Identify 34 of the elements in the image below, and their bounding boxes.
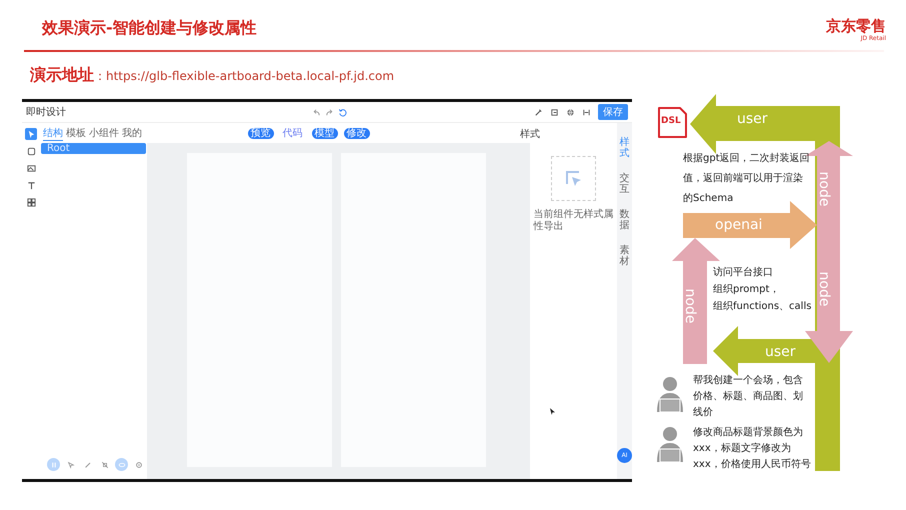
address-label: 演示地址 [30,65,94,86]
request-text: 修改商品标题背景颜色为xxx，标题文字修改为xxx，价格使用人民币符号 [693,426,811,472]
note-line: 组织prompt， [713,283,780,297]
node-label: node [816,272,832,306]
logo-text: 京东零售 [826,18,886,35]
slide-title: 效果演示-智能创建与修改属性 [42,18,257,39]
mode-chip[interactable]: 修改 [344,128,370,138]
note-line: 访问平台接口 [713,266,774,280]
tree-item[interactable]: Root [41,143,146,154]
mode-chip[interactable]: 模型 [312,128,338,138]
mode-chip[interactable]: 代码 [280,128,306,138]
empty-state-text: 当前组件无样式属性导出 [534,209,614,233]
dsl-label: DSL [661,116,681,126]
openai-label: openai [715,217,762,233]
side-tab[interactable]: 交互 [620,173,630,195]
node-label: node [682,288,698,324]
side-tab[interactable]: 样式 [620,137,630,159]
panel-tab[interactable]: 我的 [122,126,142,140]
mode-chip[interactable]: 预览 [248,128,274,138]
note-text: 根据gpt返回，二次封装返回值，返回前端可以用于渲染的Schema [683,152,811,206]
side-tab[interactable]: 素材 [620,245,630,267]
side-tab[interactable]: 数据 [620,209,630,231]
request-text: 帮我创建一个会场，包含价格、标题、商品图、划线价 [693,374,804,420]
note-line: 组织functions、calls [713,300,812,314]
panel-title: 样式 [520,128,540,141]
save-button[interactable]: 保存 [598,104,628,120]
panel-tab[interactable]: 模板 [66,126,86,140]
app-title: 即时设计 [26,106,66,119]
address-url: ：https://glb-flexible-artboard-beta.local-pf.jd.com [94,68,394,85]
user-label: user [765,344,796,360]
node-label: node [816,172,832,206]
panel-tab[interactable]: 小组件 [89,126,119,140]
panel-tab[interactable]: 结构 [43,126,63,140]
user-label: user [737,111,768,127]
